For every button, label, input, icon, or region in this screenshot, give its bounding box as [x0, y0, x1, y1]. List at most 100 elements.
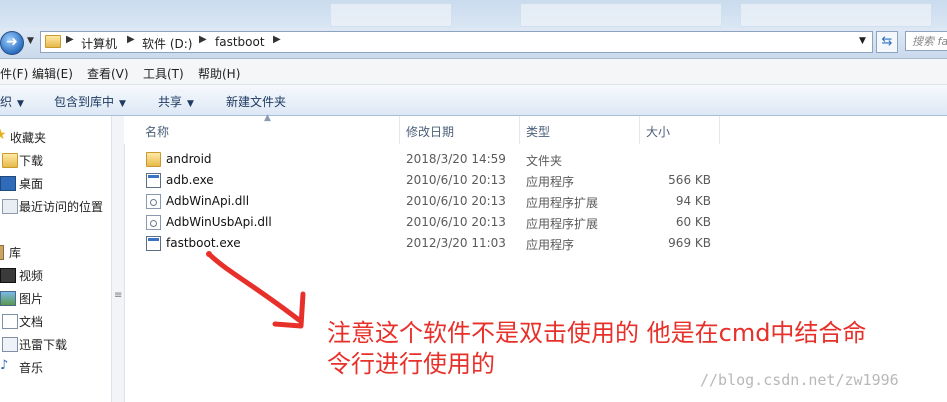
exe-icon	[146, 173, 161, 188]
column-divider[interactable]	[519, 116, 520, 144]
nav-pictures-label: 图片	[19, 292, 44, 306]
breadcrumb-separator-icon[interactable]: ▶	[273, 34, 281, 45]
background-window	[740, 3, 932, 27]
back-button[interactable]: ➜	[0, 31, 24, 55]
file-date: 2010/6/10 20:13	[406, 215, 506, 229]
nav-music-label: 音乐	[19, 361, 44, 375]
downloads-folder-icon	[2, 153, 18, 168]
search-input[interactable]: 搜索 fas	[905, 31, 947, 51]
menu-view[interactable]: 查看(V)	[87, 65, 129, 82]
dll-icon	[146, 194, 161, 209]
recent-places-icon	[2, 199, 18, 214]
annotation-arrow-icon	[206, 251, 306, 329]
file-date: 2010/6/10 20:13	[406, 173, 506, 187]
column-header-size[interactable]: 大小	[646, 123, 670, 140]
nav-thunder-label: 迅雷下载	[19, 338, 68, 352]
menu-file[interactable]: 件(F)	[0, 65, 28, 82]
breadcrumb-drive[interactable]: 软件 (D:)	[142, 35, 192, 52]
include-in-library-label: 包含到库中	[54, 95, 115, 109]
breadcrumb-fastboot[interactable]: fastboot	[215, 35, 265, 49]
file-type: 应用程序	[526, 238, 575, 252]
chevron-down-icon: ▼	[17, 99, 24, 109]
file-type: 应用程序扩展	[526, 196, 599, 210]
menu-edit[interactable]: 编辑(E)	[32, 65, 73, 82]
organize-button[interactable]: 织 ▼	[0, 93, 24, 110]
arrow-shaft	[206, 251, 302, 323]
file-row[interactable]: adb.exe 2010/6/10 20:13 应用程序 566 KB	[140, 170, 720, 191]
folder-icon	[146, 152, 161, 167]
chevron-down-icon: ▼	[187, 99, 194, 109]
share-button[interactable]: 共享 ▼	[158, 93, 194, 110]
background-window	[330, 3, 452, 27]
exe-icon	[146, 236, 161, 251]
address-dropdown-icon[interactable]: ▼	[859, 36, 866, 46]
file-type: 应用程序	[526, 175, 575, 189]
file-date: 2012/3/20 11:03	[406, 236, 506, 250]
nav-downloads-label: 下载	[19, 154, 44, 168]
folder-icon	[45, 35, 61, 48]
column-header-type[interactable]: 类型	[526, 123, 550, 140]
nav-documents-label: 文档	[19, 315, 44, 329]
file-size: 969 KB	[668, 236, 711, 250]
file-type: 文件夹	[526, 154, 563, 168]
address-bar[interactable]: ▶ 计算机 ▶ 软件 (D:) ▶ fastboot ▶ ▼	[40, 31, 873, 53]
library-icon	[0, 245, 4, 260]
star-icon: ★	[0, 127, 7, 143]
menu-tools[interactable]: 工具(T)	[143, 65, 184, 82]
pane-splitter[interactable]: ≡	[111, 116, 125, 402]
nav-favorites-label: 收藏夹	[10, 131, 47, 145]
picture-icon	[0, 291, 16, 306]
file-size: 94 KB	[675, 194, 711, 208]
nav-videos-label: 视频	[19, 269, 44, 283]
menu-help[interactable]: 帮助(H)	[198, 65, 240, 82]
desktop-icon	[0, 176, 16, 191]
column-divider[interactable]	[719, 116, 720, 144]
share-label: 共享	[158, 95, 183, 109]
history-dropdown-icon[interactable]: ▼	[27, 36, 34, 46]
dll-icon	[146, 215, 161, 230]
document-icon	[2, 314, 18, 329]
column-divider[interactable]	[399, 116, 400, 144]
refresh-button[interactable]: ⇆	[876, 31, 898, 53]
sort-ascending-icon: ▲	[264, 113, 271, 123]
arrow-tail-dot	[206, 251, 212, 257]
video-icon	[0, 268, 16, 283]
background-window	[520, 3, 722, 27]
command-toolbar: 织 ▼ 包含到库中 ▼ 共享 ▼ 新建文件夹	[0, 85, 947, 116]
breadcrumb-separator-icon[interactable]: ▶	[199, 34, 207, 45]
breadcrumb-separator-icon[interactable]: ▶	[66, 34, 74, 45]
music-note-icon: ♪	[0, 358, 9, 373]
breadcrumb-separator-icon[interactable]: ▶	[127, 34, 135, 45]
file-date: 2010/6/10 20:13	[406, 194, 506, 208]
background-window-strip	[0, 0, 947, 30]
file-name: AdbWinApi.dll	[166, 194, 250, 208]
nav-libraries-label: 库	[9, 246, 22, 260]
nav-recent-label: 最近访问的位置	[19, 200, 104, 214]
column-header-name[interactable]: 名称	[145, 123, 169, 140]
file-row[interactable]: android 2018/3/20 14:59 文件夹	[140, 149, 720, 170]
annotation-line-1: 注意这个软件不是双击使用的 他是在cmd中结合命	[327, 319, 867, 347]
organize-label: 织	[0, 95, 13, 109]
thunder-download-folder-icon	[2, 337, 18, 352]
file-row[interactable]: AdbWinUsbApi.dll 2010/6/10 20:13 应用程序扩展 …	[140, 212, 720, 233]
column-header-date[interactable]: 修改日期	[406, 123, 454, 140]
file-size: 60 KB	[675, 215, 711, 229]
include-in-library-button[interactable]: 包含到库中 ▼	[54, 93, 126, 110]
new-folder-button[interactable]: 新建文件夹	[226, 93, 286, 110]
column-divider[interactable]	[639, 116, 640, 144]
navigation-pane: ★ 收藏夹 下载 桌面 最近访问的位置 库 视频 图片 文档 迅雷下载 ♪ 音乐	[0, 116, 110, 402]
nav-desktop-label: 桌面	[19, 177, 44, 191]
file-date: 2018/3/20 14:59	[406, 152, 506, 166]
file-type: 应用程序扩展	[526, 217, 599, 231]
splitter-grip-icon[interactable]: ≡	[114, 290, 122, 301]
file-name: adb.exe	[166, 173, 214, 187]
chevron-down-icon: ▼	[119, 99, 126, 109]
watermark: //blog.csdn.net/zw1996	[700, 371, 899, 389]
file-size: 566 KB	[668, 173, 711, 187]
column-header-row: 名称 修改日期 类型 大小	[124, 116, 947, 144]
breadcrumb-computer[interactable]: 计算机	[81, 35, 117, 52]
file-row[interactable]: AdbWinApi.dll 2010/6/10 20:13 应用程序扩展 94 …	[140, 191, 720, 212]
file-name: android	[166, 152, 212, 166]
menu-bar: 件(F) 编辑(E) 查看(V) 工具(T) 帮助(H)	[0, 59, 947, 85]
file-name: AdbWinUsbApi.dll	[166, 215, 272, 229]
